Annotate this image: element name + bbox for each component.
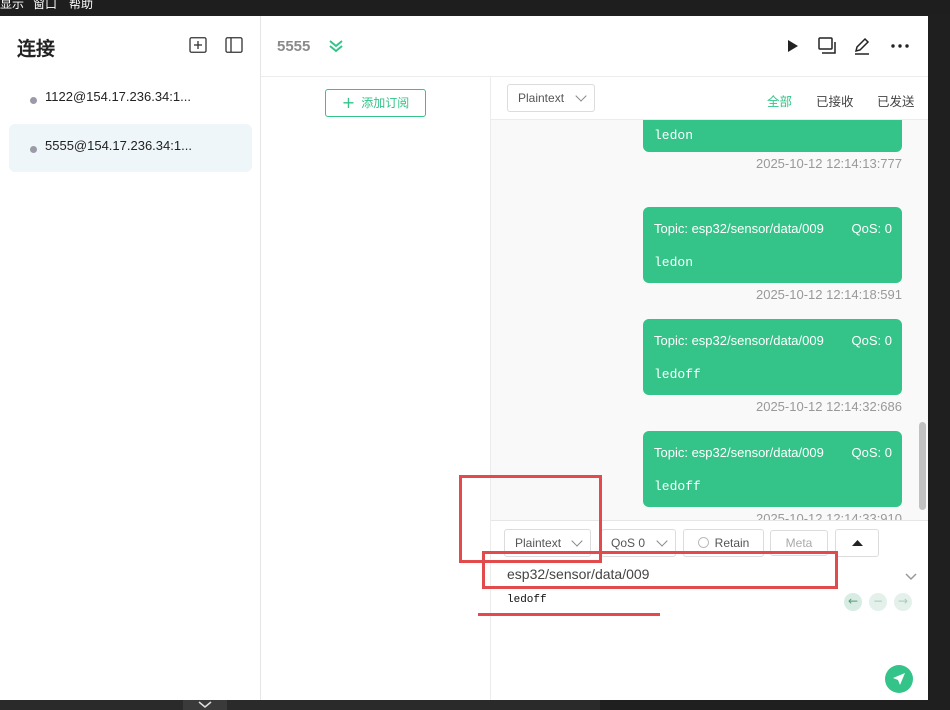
publish-payload-input[interactable]: ledoff: [507, 594, 547, 606]
annotation-box: [482, 551, 838, 589]
filter-all[interactable]: 全部: [767, 91, 792, 110]
send-button[interactable]: [885, 665, 913, 693]
message-topic: Topic: esp32/sensor/data/009: [654, 333, 824, 348]
message-bubble: Topic: esp32/sensor/data/009 QoS: 0 ledo…: [643, 207, 902, 283]
message-topic: Topic: esp32/sensor/data/009: [654, 445, 824, 460]
message-bubble: Topic: esp32/sensor/data/009 QoS: 0 ledo…: [643, 319, 902, 395]
chevron-down-icon: [575, 90, 587, 102]
plus-icon: +: [341, 93, 356, 112]
connection-name: 5555@154.17.236.34:1...: [45, 138, 192, 153]
chevron-down-icon: [198, 701, 212, 708]
history-back-icon[interactable]: ←: [844, 593, 862, 611]
message-time: 2025-10-12 12:14:18:591: [755, 287, 902, 302]
history-clear-icon[interactable]: −: [869, 593, 887, 611]
message-time: 2025-10-12 12:14:32:686: [755, 399, 902, 414]
taskbar-tab[interactable]: [183, 700, 227, 710]
new-connection-icon[interactable]: [189, 37, 207, 53]
menu-bar: 显示 窗口 帮助: [0, 0, 950, 14]
connection-status-dot: [30, 146, 37, 153]
more-options-icon[interactable]: [890, 36, 910, 56]
annotation-box: [459, 475, 602, 563]
menu-window[interactable]: 窗口: [33, 0, 57, 10]
connect-play-icon[interactable]: [782, 36, 802, 56]
connection-header: 5555: [261, 16, 928, 77]
select-value: QoS 0: [611, 536, 646, 550]
message-list[interactable]: ledon 2025-10-12 12:14:13:777 Topic: esp…: [491, 120, 928, 520]
toggle-sidebar-icon[interactable]: [225, 37, 243, 53]
message-qos: QoS: 0: [851, 333, 892, 348]
caret-up-icon: [852, 540, 863, 546]
connection-item-5555[interactable]: 5555@154.17.236.34:1...: [9, 124, 252, 172]
taskbar-strip: [0, 700, 600, 710]
message-payload: ledoff: [654, 367, 701, 382]
send-icon: [893, 673, 905, 685]
history-forward-icon[interactable]: →: [894, 593, 912, 611]
collapse-chevrons-icon[interactable]: [328, 38, 344, 54]
annotation-underline: [478, 613, 660, 616]
retain-radio-icon: [697, 537, 709, 548]
edit-icon[interactable]: [852, 36, 872, 56]
message-payload: ledoff: [654, 479, 701, 494]
menu-help[interactable]: 帮助: [69, 0, 93, 10]
subscriptions-panel: + 添加订阅: [261, 77, 491, 700]
connection-status-dot: [30, 97, 37, 104]
select-value: Plaintext: [518, 91, 565, 105]
chevron-down-icon: [656, 535, 668, 547]
connections-sidebar: 连接 1122@154.17.236.34:1... 5555@154.17.2…: [0, 16, 261, 700]
add-subscription-label: 添加订阅: [361, 96, 410, 110]
chevron-down-icon[interactable]: [905, 573, 917, 581]
message-qos: QoS: 0: [851, 221, 892, 236]
message-topic: Topic: esp32/sensor/data/009: [654, 221, 824, 236]
messages-toolbar: Plaintext 全部 已接收 已发送: [491, 77, 928, 120]
message-bubble: ledon: [643, 120, 902, 152]
message-qos: QoS: 0: [851, 445, 892, 460]
add-subscription-button[interactable]: + 添加订阅: [325, 89, 426, 117]
message-time: 2025-10-12 12:14:33:910: [755, 511, 902, 520]
filter-sent[interactable]: 已发送: [877, 91, 915, 110]
menu-view[interactable]: 显示: [0, 0, 24, 10]
new-window-icon[interactable]: [817, 36, 837, 56]
message-payload: ledon: [654, 255, 694, 270]
message-payload: ledon: [654, 128, 694, 143]
sidebar-title: 连接: [17, 38, 56, 60]
message-list-scrollbar[interactable]: [919, 422, 926, 510]
message-format-select[interactable]: Plaintext: [507, 84, 595, 112]
app-window: 连接 1122@154.17.236.34:1... 5555@154.17.2…: [0, 16, 928, 700]
connection-item-1122[interactable]: 1122@154.17.236.34:1...: [9, 75, 252, 123]
connection-title: 5555: [277, 38, 311, 55]
message-time: 2025-10-12 12:14:13:777: [755, 156, 902, 171]
message-bubble: Topic: esp32/sensor/data/009 QoS: 0 ledo…: [643, 431, 902, 507]
filter-received[interactable]: 已接收: [816, 91, 854, 110]
retain-label: Retain: [714, 536, 750, 550]
expand-publish-button[interactable]: [835, 529, 879, 557]
connection-name: 1122@154.17.236.34:1...: [45, 89, 191, 104]
messages-panel: Plaintext 全部 已接收 已发送 ledon 2025-10-12 12…: [491, 77, 928, 700]
